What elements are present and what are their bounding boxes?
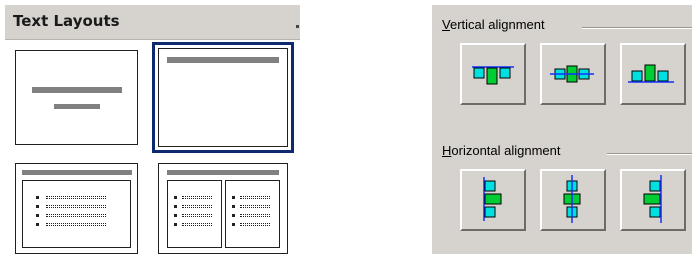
- layout-text-column-left: [167, 180, 222, 248]
- align-right-button[interactable]: [620, 169, 686, 231]
- layout-title-bar: [167, 170, 279, 175]
- align-top-button[interactable]: [460, 43, 526, 105]
- vertical-alignment-label: Vertical alignment: [442, 17, 548, 32]
- layout-title-slide[interactable]: [15, 50, 138, 145]
- align-left-button[interactable]: [460, 169, 526, 231]
- layout-title-and-text[interactable]: [15, 163, 138, 254]
- align-left-icon: [483, 177, 502, 221]
- vertical-group-rule: [582, 27, 692, 29]
- align-center-icon: [563, 175, 581, 223]
- align-middle-button[interactable]: [540, 43, 606, 105]
- alignment-panel: Vertical alignment Horizontal alignment: [432, 5, 692, 254]
- panel-menu-dot-icon[interactable]: [296, 25, 299, 28]
- align-bottom-button[interactable]: [620, 43, 686, 105]
- layout-title-bar: [32, 87, 122, 93]
- layout-title-bar: [22, 170, 132, 175]
- text-layouts-title: Text Layouts: [13, 12, 120, 30]
- horizontal-group-rule: [607, 153, 692, 155]
- text-layouts-panel: Text Layouts: [5, 5, 300, 254]
- horizontal-alignment-label: Horizontal alignment: [442, 143, 564, 158]
- layout-subtitle-bar: [54, 104, 100, 109]
- layout-text-box: [22, 180, 131, 248]
- align-right-icon: [643, 175, 662, 223]
- align-top-icon: [472, 66, 514, 85]
- layout-title-bar: [167, 57, 279, 63]
- align-bottom-icon: [628, 64, 674, 83]
- text-layouts-header: Text Layouts: [5, 5, 300, 40]
- layout-title-and-2col-text[interactable]: [158, 163, 288, 254]
- layout-title-only[interactable]: [158, 48, 288, 147]
- layout-text-column-right: [225, 180, 280, 248]
- align-middle-icon: [550, 65, 594, 83]
- align-center-button[interactable]: [540, 169, 606, 231]
